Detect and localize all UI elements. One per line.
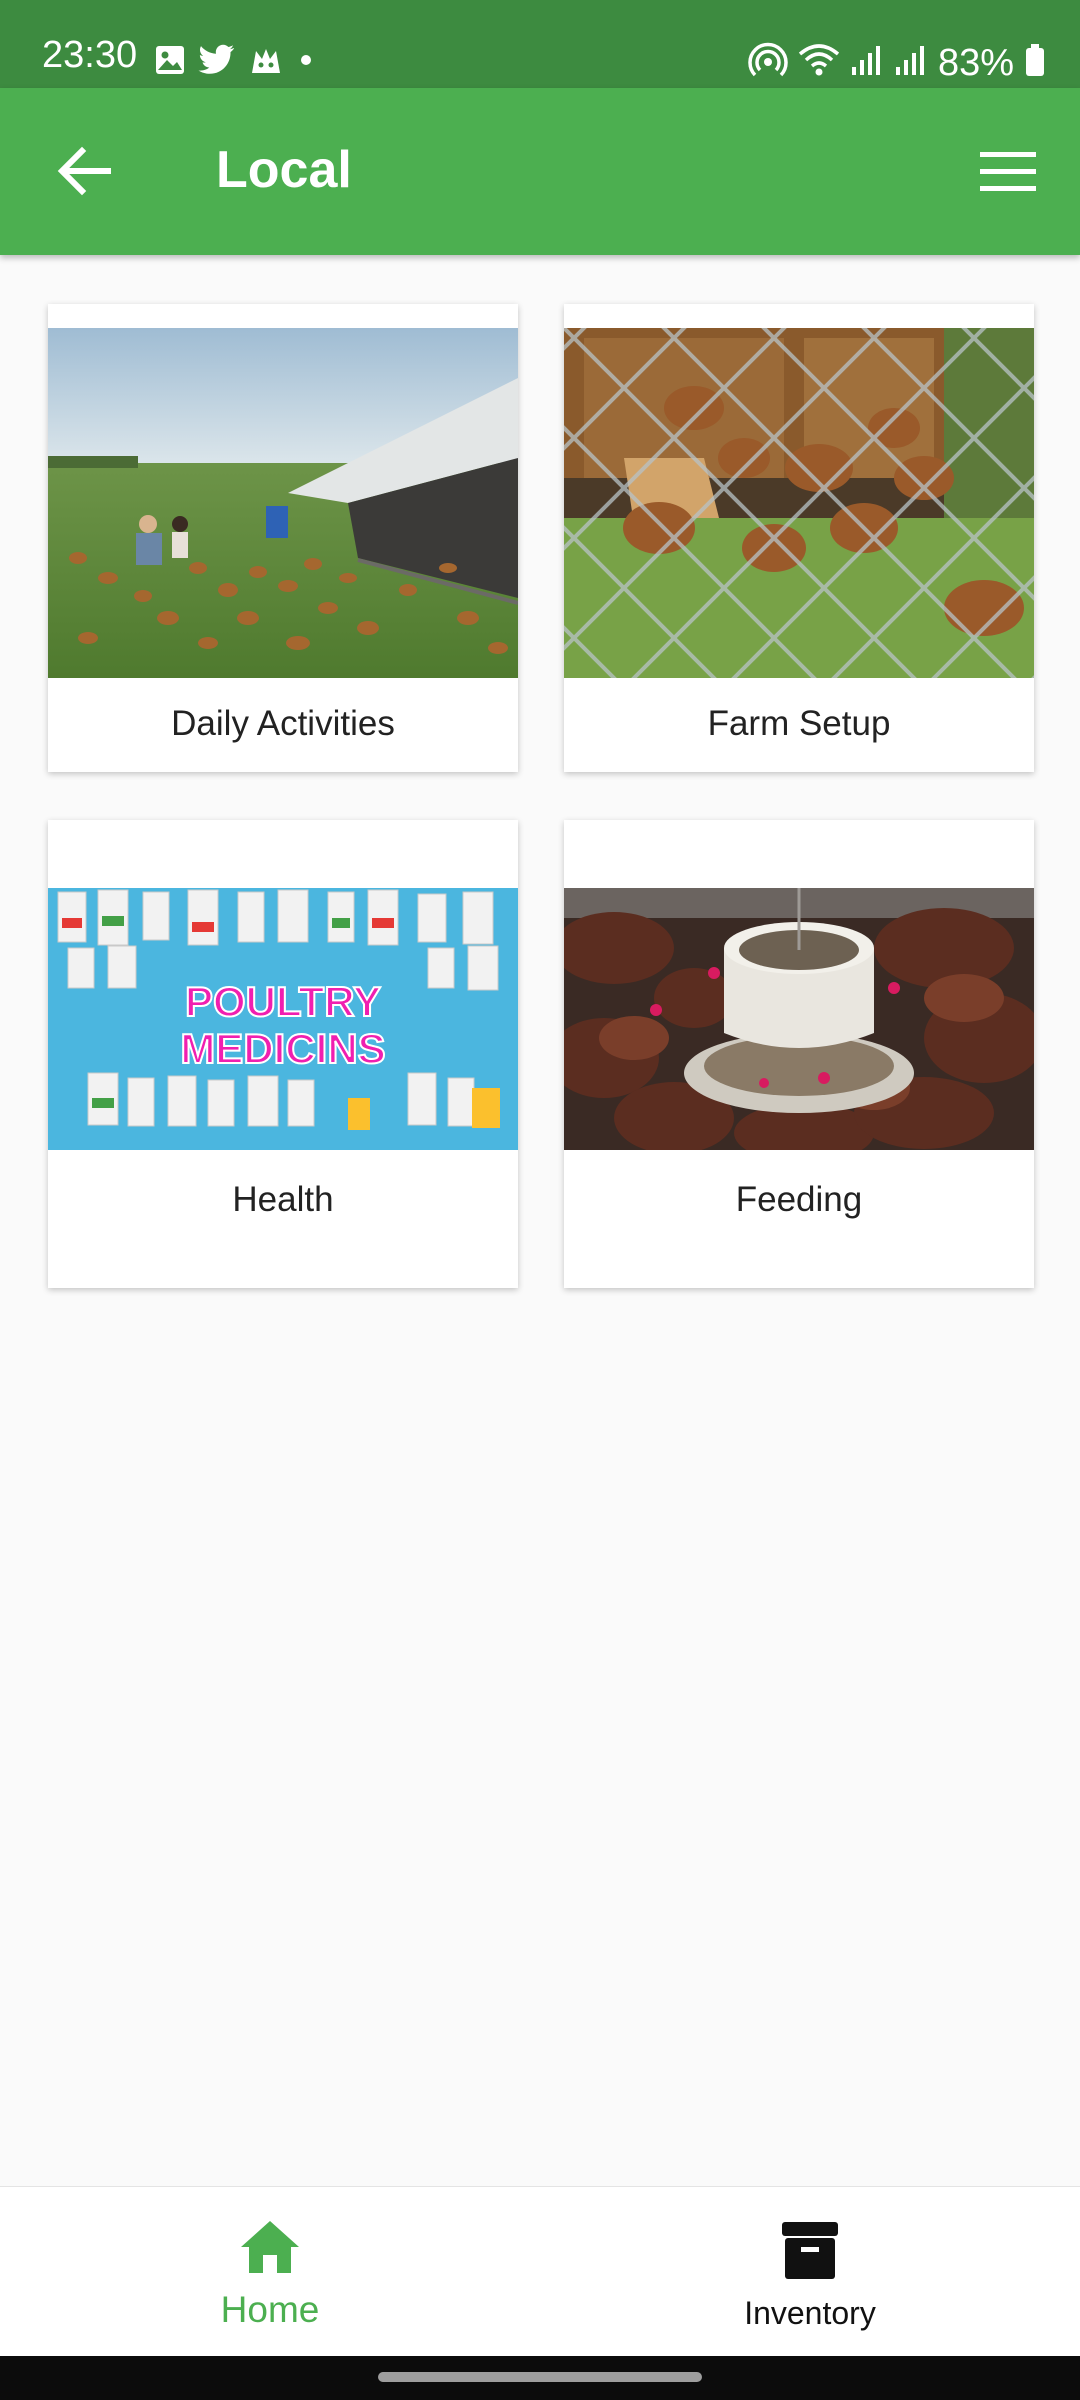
signal-icon (894, 43, 928, 82)
card-label: Feeding (735, 1180, 863, 1219)
gesture-handle[interactable] (378, 2372, 702, 2382)
screen: 23:30 83% Local Daily Activities Farm Se… (0, 0, 1080, 2400)
card-label: Daily Activities (171, 704, 395, 743)
page-title: Local (216, 141, 352, 199)
chicken-coop-fence-photo (564, 328, 1034, 678)
card-label: Health (232, 1180, 334, 1219)
chickens-free-range-photo (48, 328, 518, 678)
status-system-icons: 83% (748, 40, 1046, 85)
card-feeding[interactable]: Feeding (564, 820, 1034, 1288)
battery-icon (1024, 43, 1046, 82)
nav-item-inventory[interactable]: Inventory (540, 2187, 1080, 2357)
game-icon (248, 45, 284, 80)
arrow-left-icon (57, 146, 111, 196)
nav-label-home: Home (220, 2289, 320, 2330)
twitter-icon (198, 44, 236, 81)
hamburger-menu-icon (980, 152, 1036, 191)
bottom-navigation: Home Inventory (0, 2186, 1080, 2357)
home-icon (241, 2221, 299, 2273)
status-time: 23:30 (42, 34, 138, 76)
system-gesture-bar (0, 2356, 1080, 2400)
menu-button[interactable] (980, 150, 1036, 194)
chickens-feeder-photo (564, 888, 1034, 1150)
gallery-icon (154, 44, 186, 81)
status-notification-icons (154, 44, 316, 81)
image-text-medicins: MEDICINS (180, 1025, 385, 1072)
card-label: Farm Setup (707, 704, 891, 743)
nav-item-home[interactable]: Home (0, 2187, 540, 2357)
back-button[interactable] (52, 138, 118, 204)
hotspot-icon (748, 40, 788, 85)
dot-icon (296, 50, 316, 75)
nav-label-inventory: Inventory (744, 2295, 876, 2331)
card-health[interactable]: POULTRY MEDICINS Health (48, 820, 518, 1288)
poultry-medicines-photo: POULTRY MEDICINS (48, 888, 518, 1150)
card-daily-activities[interactable]: Daily Activities (48, 304, 518, 772)
wifi-icon (798, 42, 840, 83)
signal-icon (850, 43, 884, 82)
status-bar: 23:30 83% (0, 0, 1080, 88)
app-bar: Local (0, 88, 1080, 255)
card-farm-setup[interactable]: Farm Setup (564, 304, 1034, 772)
image-text-poultry: POULTRY (185, 978, 381, 1025)
archive-box-icon (782, 2222, 838, 2279)
battery-percent: 83% (937, 41, 1014, 84)
